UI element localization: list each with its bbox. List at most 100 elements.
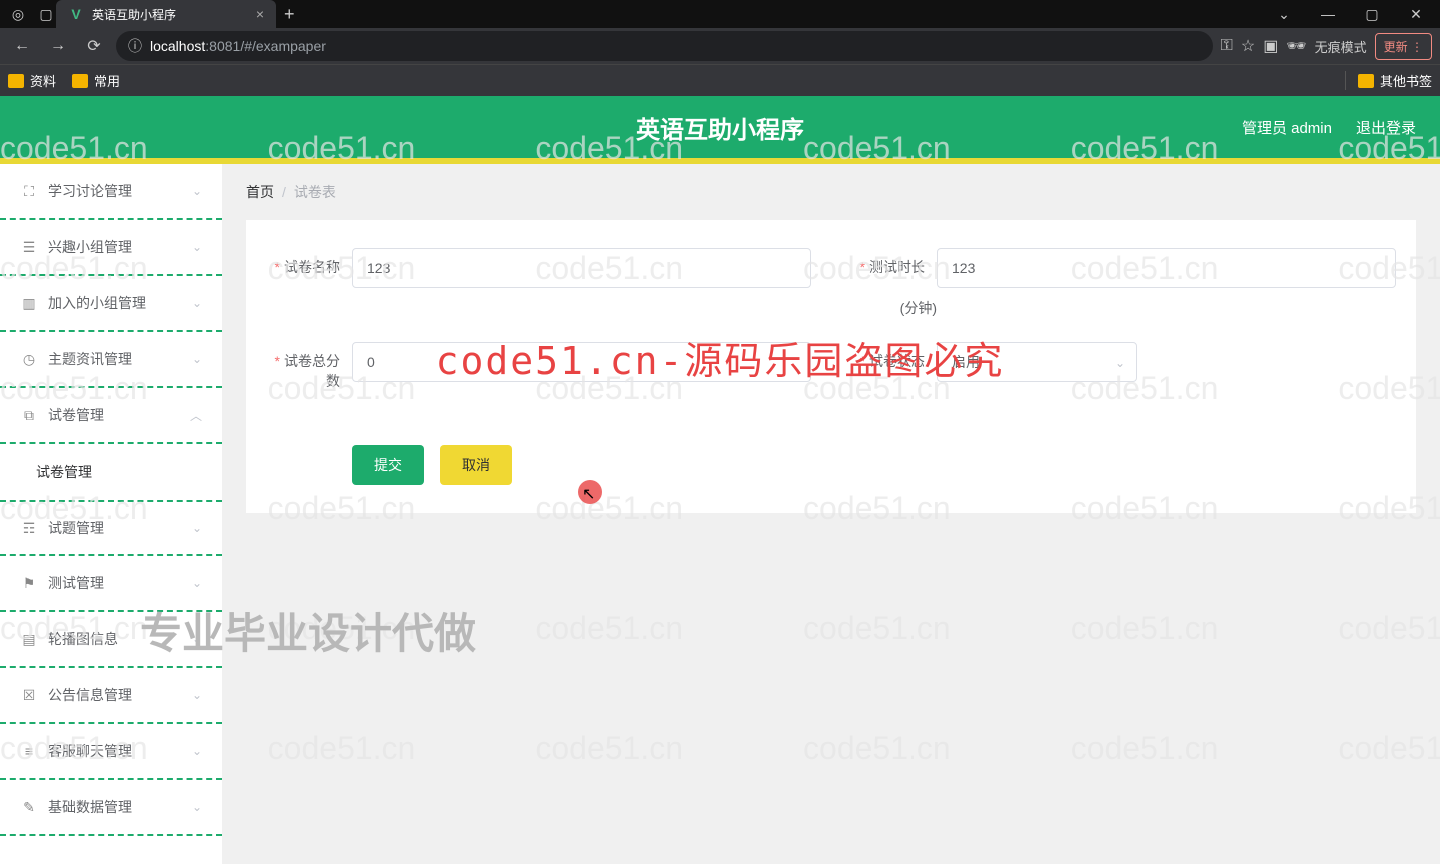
sidebar-item-notice[interactable]: ☒ 公告信息管理 ⌄ [0, 668, 222, 724]
folder-icon [72, 74, 88, 88]
field-total-score: *试卷总分数 [266, 342, 811, 391]
browser-chrome: ◎ ▢ V 英语互助小程序 × + ⌄ — ▢ ✕ ← → ⟳ ⓘ localh… [0, 0, 1440, 96]
update-button[interactable]: 更新 ⋮ [1375, 33, 1432, 60]
sidebar-label: 试题管理 [48, 518, 192, 538]
folder-icon [8, 74, 24, 88]
input-total-score[interactable] [352, 342, 811, 382]
sidebar-item-papers[interactable]: ⧉ 试卷管理 ︿ [0, 388, 222, 444]
star-icon[interactable]: ☆ [1241, 36, 1255, 56]
sidebar-item-chat[interactable]: ≡ 客服聊天管理 ⌄ [0, 724, 222, 780]
select-status-value[interactable] [937, 342, 1137, 382]
sidebar-label: 兴趣小组管理 [48, 237, 192, 257]
close-icon[interactable]: × [256, 6, 264, 22]
input-duration[interactable] [937, 248, 1396, 288]
sidebar-label: 试卷管理 [36, 462, 202, 482]
url-bar[interactable]: ⓘ localhost:8081/#/exampaper [116, 31, 1213, 61]
logout-button[interactable]: 退出登录 [1356, 117, 1416, 138]
breadcrumb: 首页 / 试卷表 [246, 164, 1416, 220]
back-button[interactable]: ← [8, 32, 36, 60]
bookmark-label: 常用 [94, 71, 120, 90]
sidebar-item-tests[interactable]: ⚑ 测试管理 ⌄ [0, 556, 222, 612]
url-host: localhost [150, 38, 205, 54]
chat-icon: ≡ [20, 742, 38, 760]
chevron-down-icon[interactable]: ⌄ [1264, 0, 1304, 28]
chevron-down-icon: ⌄ [192, 744, 202, 758]
sidebar-label: 轮播图信息 [48, 629, 192, 649]
label-paper-name: *试卷名称 [266, 248, 352, 278]
sidebar-item-questions[interactable]: ☶ 试题管理 ⌄ [0, 500, 222, 556]
list-icon: ☰ [20, 238, 38, 256]
app-header: 英语互助小程序 管理员 admin 退出登录 [0, 96, 1440, 164]
field-duration: *测试时长 (分钟) [851, 248, 1396, 318]
chevron-down-icon: ⌄ [192, 800, 202, 814]
sidebar-subitem-papers[interactable]: 试卷管理 [0, 444, 222, 500]
bookmark-bar: 资料 常用 其他书签 [0, 64, 1440, 96]
sidebar-item-basedata[interactable]: ✎ 基础数据管理 ⌄ [0, 780, 222, 836]
chevron-down-icon: ⌄ [192, 352, 202, 366]
browser-tab[interactable]: V 英语互助小程序 × [56, 0, 276, 28]
folder-icon [1358, 74, 1374, 88]
tab-bar: ◎ ▢ V 英语互助小程序 × + ⌄ — ▢ ✕ [0, 0, 1440, 28]
sidebar-item-carousel[interactable]: ▤ 轮播图信息 ⌄ [0, 612, 222, 668]
sidebar-label: 学习讨论管理 [48, 181, 192, 201]
bookmark-label: 资料 [30, 71, 56, 90]
info-icon: ⓘ [128, 36, 142, 56]
reload-button[interactable]: ⟳ [80, 32, 108, 60]
cancel-button[interactable]: 取消 [440, 445, 512, 485]
extension-icon[interactable]: ▣ [1263, 36, 1278, 56]
breadcrumb-sep: / [282, 184, 286, 200]
globe-icon[interactable]: ◎ [8, 4, 28, 24]
vue-icon: V [68, 6, 84, 22]
bookmark-label: 其他书签 [1380, 71, 1432, 90]
field-status: *试卷状态 ⌄ [851, 342, 1396, 391]
sidebar-label: 客服聊天管理 [48, 741, 192, 761]
duration-unit: (分钟) [851, 298, 937, 318]
url-path: /#/exampaper [240, 38, 326, 54]
copy-icon: ⧉ [20, 406, 38, 424]
new-tab-button[interactable]: + [284, 4, 295, 25]
sidebar-label: 试卷管理 [48, 405, 190, 425]
maximize-icon[interactable]: ▢ [1352, 0, 1392, 28]
bookmark-item[interactable]: 常用 [72, 71, 120, 90]
incognito-icon: 🕶 [1286, 36, 1306, 56]
chevron-down-icon: ⌄ [192, 184, 202, 198]
nav-bar: ← → ⟳ ⓘ localhost:8081/#/exampaper ⚿ ☆ ▣… [0, 28, 1440, 64]
label-status: *试卷状态 [851, 342, 937, 372]
clock-icon: ◷ [20, 350, 38, 368]
submit-button[interactable]: 提交 [352, 445, 424, 485]
incognito-label: 无痕模式 [1315, 37, 1367, 56]
form-card: *试卷名称 *测试时长 (分钟) *试卷总分数 *试卷状态 [246, 220, 1416, 513]
main-content: 首页 / 试卷表 *试卷名称 *测试时长 (分钟) [222, 164, 1440, 864]
url-port: :8081 [205, 38, 240, 54]
sidebar-item-groups[interactable]: ☰ 兴趣小组管理 ⌄ [0, 220, 222, 276]
sidebar-item-joined[interactable]: ▥ 加入的小组管理 ⌄ [0, 276, 222, 332]
chevron-down-icon: ⌄ [1115, 356, 1125, 370]
image-icon: ▤ [20, 630, 38, 648]
app-title: 英语互助小程序 [636, 110, 804, 145]
app-body: ⛶ 学习讨论管理 ⌄ ☰ 兴趣小组管理 ⌄ ▥ 加入的小组管理 ⌄ ◷ 主题资讯… [0, 164, 1440, 864]
forward-button[interactable]: → [44, 32, 72, 60]
sidebar-label: 测试管理 [48, 573, 192, 593]
admin-label[interactable]: 管理员 admin [1242, 117, 1332, 138]
minimize-icon[interactable]: — [1308, 0, 1348, 28]
sidebar-item-study[interactable]: ⛶ 学习讨论管理 ⌄ [0, 164, 222, 220]
breadcrumb-home[interactable]: 首页 [246, 182, 274, 202]
other-bookmarks[interactable]: 其他书签 [1345, 71, 1432, 90]
chevron-down-icon: ⌄ [192, 688, 202, 702]
sidebar-label: 基础数据管理 [48, 797, 192, 817]
key-icon[interactable]: ⚿ [1221, 37, 1233, 55]
field-paper-name: *试卷名称 [266, 248, 811, 318]
expand-icon: ⛶ [20, 182, 38, 200]
flag-icon: ⚑ [20, 574, 38, 592]
sidebar-item-news[interactable]: ◷ 主题资讯管理 ⌄ [0, 332, 222, 388]
database-icon: ☶ [20, 519, 38, 537]
notice-icon: ☒ [20, 686, 38, 704]
select-status[interactable]: ⌄ [937, 342, 1137, 382]
label-duration: *测试时长 [851, 248, 937, 278]
bookmark-item[interactable]: 资料 [8, 71, 56, 90]
chevron-down-icon: ⌄ [192, 296, 202, 310]
app-icon[interactable]: ▢ [36, 4, 56, 24]
close-window-icon[interactable]: ✕ [1396, 0, 1436, 28]
label-total-score: *试卷总分数 [266, 342, 352, 391]
input-paper-name[interactable] [352, 248, 811, 288]
